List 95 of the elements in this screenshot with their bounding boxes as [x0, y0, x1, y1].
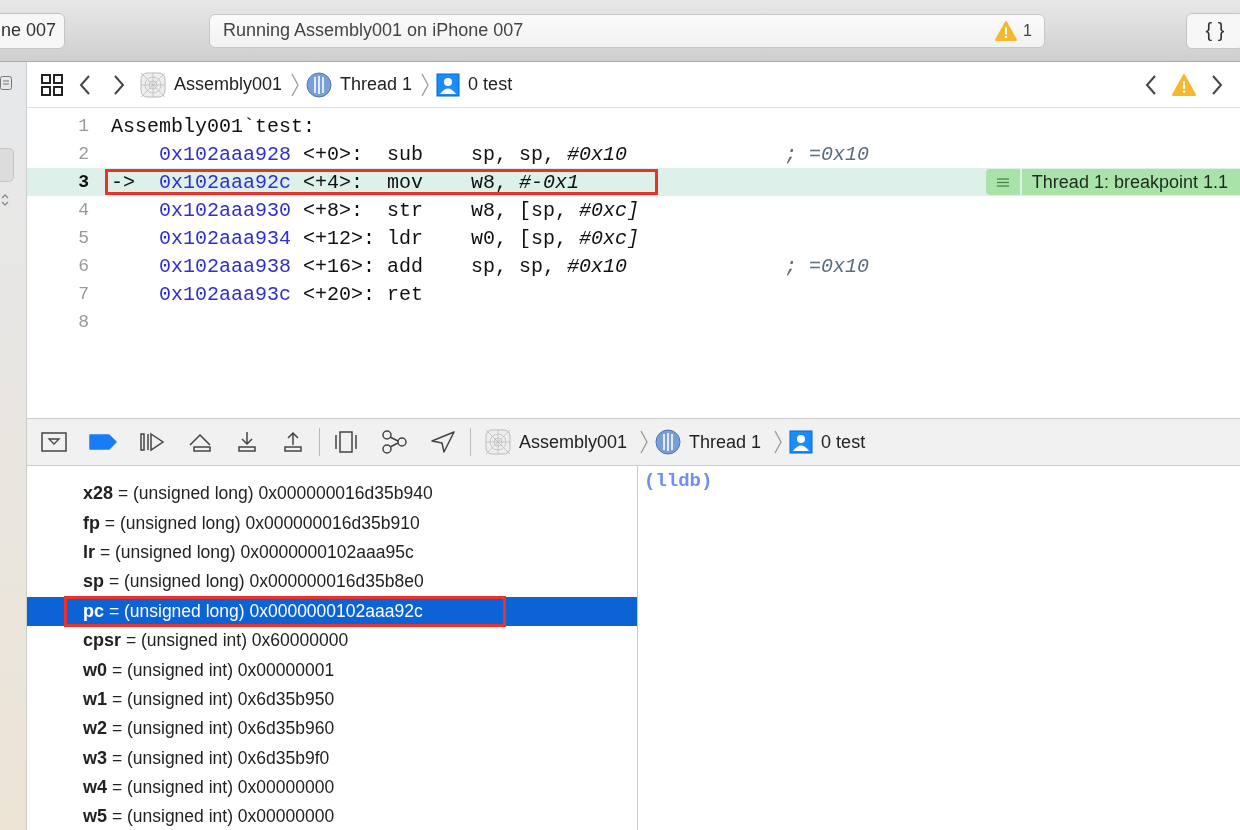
variable-row[interactable]: w5 = (unsigned int) 0x00000000 [27, 802, 637, 830]
breakpoint-annotation: Thread 1: breakpoint 1.1 [1021, 169, 1240, 195]
line-number: 7 [77, 284, 90, 304]
breadcrumb-item[interactable]: Thread 1 [340, 74, 413, 95]
variable-text: w3 = (unsigned int) 0x6d35b9f0 [82, 746, 331, 770]
instruction-offset: <+4>: [303, 170, 365, 194]
continue-icon[interactable] [139, 432, 165, 452]
operands: w8, [sp, #0xc] [471, 198, 640, 222]
variable-text: x28 = (unsigned long) 0x000000016d35b940 [82, 482, 434, 506]
line-number: 5 [77, 228, 90, 248]
app-icon [140, 71, 166, 98]
previous-issue-icon[interactable] [1144, 73, 1158, 96]
step-into-icon[interactable] [235, 431, 259, 453]
pc-marker: -> [111, 170, 135, 194]
mnemonic: add [387, 254, 425, 278]
breakpoint-icon[interactable] [89, 433, 117, 451]
path-separator-icon [639, 430, 650, 454]
breadcrumb-item[interactable]: 0 test [468, 74, 513, 95]
operands: sp, sp, #0x10 [471, 254, 628, 278]
variable-text: cpsr = (unsigned int) 0x60000000 [82, 629, 350, 653]
person-icon [789, 430, 814, 454]
breadcrumb-item[interactable]: Assembly001 [519, 431, 628, 453]
variable-text: lr = (unsigned long) 0x0000000102aaa95c [82, 540, 415, 564]
variable-row[interactable]: fp = (unsigned long) 0x000000016d35b910 [27, 508, 637, 538]
thread-icon [655, 429, 682, 455]
line-number: 3 [77, 172, 90, 192]
app-icon [485, 429, 511, 455]
variable-row[interactable]: cpsr = (unsigned int) 0x60000000 [27, 625, 637, 656]
breadcrumb-item[interactable]: Assembly001 [174, 74, 283, 95]
variable-text: w2 = (unsigned int) 0x6d35b960 [82, 717, 336, 741]
variable-row[interactable]: w2 = (unsigned int) 0x6d35b960 [27, 714, 637, 744]
scheme-button[interactable]: ne 007 [0, 12, 65, 49]
variable-row[interactable]: x28 = (unsigned long) 0x000000016d35b940 [27, 479, 637, 509]
mnemonic: ret [387, 282, 425, 306]
list-icon[interactable] [0, 76, 12, 90]
variable-row[interactable]: sp = (unsigned long) 0x000000016d35b8e0 [27, 567, 637, 597]
breadcrumb-item[interactable]: 0 test [821, 431, 866, 453]
code-comment: ; =0x10 [785, 142, 869, 166]
instruction-address: 0x102aaa928 [159, 142, 293, 166]
variable-text: w5 = (unsigned int) 0x00000000 [82, 805, 336, 829]
instruction-address: 0x102aaa93c [159, 282, 293, 306]
code-review-button[interactable]: { } [1186, 12, 1240, 49]
variable-text: w1 = (unsigned int) 0x6d35b950 [82, 687, 336, 711]
line-number: 4 [77, 200, 90, 220]
line-number: 8 [77, 312, 90, 332]
memory-graph-icon[interactable] [380, 429, 408, 455]
variable-text: fp = (unsigned long) 0x000000016d35b910 [82, 511, 421, 535]
hide-debug-area-icon[interactable] [41, 432, 67, 452]
line-number: 2 [77, 144, 90, 164]
instruction-address: 0x102aaa934 [159, 226, 293, 250]
thread-icon [306, 71, 333, 98]
step-out-icon[interactable] [281, 431, 305, 453]
variable-row[interactable]: pc = (unsigned long) 0x0000000102aaa92c [27, 596, 637, 626]
variable-row[interactable]: lr = (unsigned long) 0x0000000102aaa95c [27, 537, 637, 568]
function-label: Assembly001`test: [111, 114, 316, 138]
mnemonic: ldr [387, 226, 425, 250]
instruction-address: 0x102aaa938 [159, 254, 293, 278]
operands: w0, [sp, #0xc] [471, 226, 640, 250]
line-number: 1 [77, 116, 90, 136]
breadcrumb-item[interactable]: Thread 1 [689, 431, 762, 453]
instruction-offset: <+16>: [303, 254, 377, 278]
person-icon [436, 72, 461, 97]
next-issue-icon[interactable] [1210, 73, 1224, 96]
code-comment: ; =0x10 [785, 254, 869, 278]
console-prompt: (lldb) [644, 470, 713, 492]
instruction-offset: <+8>: [303, 198, 365, 222]
variable-text: sp = (unsigned long) 0x000000016d35b8e0 [82, 570, 425, 594]
variable-row[interactable]: w3 = (unsigned int) 0x6d35b9f0 [27, 743, 637, 773]
grid-icon[interactable] [40, 72, 64, 97]
variable-text: w4 = (unsigned int) 0x00000000 [82, 776, 336, 800]
updown-icon[interactable] [0, 192, 10, 208]
activity-status: Running Assembly001 on iPhone 007 [223, 20, 525, 41]
variable-row[interactable]: w1 = (unsigned int) 0x6d35b950 [27, 684, 637, 715]
instruction-address: 0x102aaa92c [159, 170, 293, 194]
line-number: 6 [77, 256, 90, 276]
view-hierarchy-icon[interactable] [334, 430, 358, 454]
mnemonic: str [387, 198, 425, 222]
instruction-offset: <+0>: [303, 142, 365, 166]
variable-text: w0 = (unsigned int) 0x00000001 [82, 658, 336, 682]
path-separator-icon [290, 72, 301, 97]
path-separator-icon [773, 430, 784, 454]
step-over-icon[interactable] [187, 431, 213, 453]
mnemonic: sub [387, 142, 425, 166]
instruction-offset: <+20>: [303, 282, 377, 306]
variable-row[interactable]: w4 = (unsigned int) 0x00000000 [27, 772, 637, 803]
instruction-address: 0x102aaa930 [159, 198, 293, 222]
variable-row[interactable]: w0 = (unsigned int) 0x00000001 [27, 655, 637, 685]
location-icon[interactable] [430, 430, 456, 454]
variable-text: pc = (unsigned long) 0x0000000102aaa92c [67, 598, 503, 624]
operands: sp, sp, #0x10 [471, 142, 628, 166]
path-separator-icon [420, 72, 431, 97]
warning-count: 1 [1023, 21, 1032, 40]
mnemonic: mov [387, 170, 425, 194]
operands: w8, #-0x1 [471, 170, 580, 194]
instruction-offset: <+12>: [303, 226, 377, 250]
